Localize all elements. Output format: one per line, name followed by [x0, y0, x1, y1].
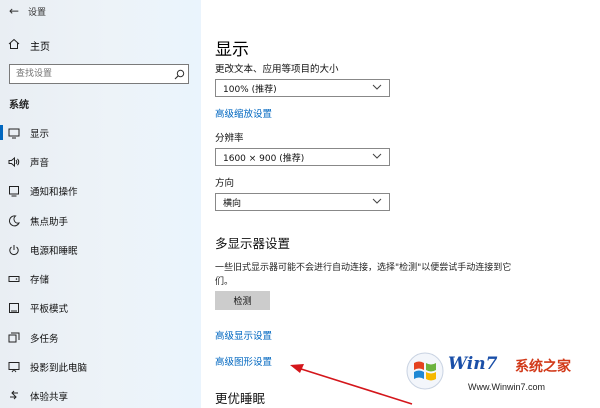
monitor-icon: [8, 127, 24, 139]
search-input[interactable]: [10, 65, 170, 83]
sidebar-nav: 显示 声音 通知和操作 焦点助手 电源和睡眠 存储 平板模式 多任务 投影到此电…: [0, 118, 201, 408]
sidebar-item-label: 电源和睡眠: [30, 245, 78, 257]
home-link[interactable]: 主页: [8, 36, 50, 54]
sidebar-item-notifications[interactable]: 通知和操作: [0, 177, 201, 206]
title-bar: ← 设置: [0, 0, 201, 22]
sidebar-item-label: 存储: [30, 275, 50, 287]
notification-icon: [8, 185, 24, 197]
window-title: 设置: [28, 7, 47, 18]
orientation-label: 方向: [215, 178, 235, 189]
search-box[interactable]: [9, 64, 189, 84]
sidebar-item-label: 多任务: [30, 333, 59, 345]
chevron-down-icon: [372, 197, 382, 207]
sidebar-item-shared-experiences[interactable]: 体验共享: [0, 382, 201, 408]
sidebar-item-display[interactable]: 显示: [0, 118, 201, 147]
storage-icon: [8, 273, 24, 285]
sidebar-item-project-to-pc[interactable]: 投影到此电脑: [0, 352, 201, 381]
page-title: 显示: [215, 40, 249, 60]
moon-icon: [8, 214, 24, 227]
home-label: 主页: [30, 41, 50, 53]
sidebar-item-label: 显示: [30, 128, 50, 140]
sidebar-item-label: 焦点助手: [30, 216, 69, 228]
resolution-dropdown[interactable]: 1600 × 900 (推荐): [215, 148, 390, 166]
multi-display-description: 一些旧式显示器可能不会进行自动连接，选择"检测"以便尝试手动连接到它们。: [215, 263, 512, 287]
project-icon: [8, 361, 24, 373]
chevron-down-icon: [372, 83, 382, 93]
sidebar-item-power-sleep[interactable]: 电源和睡眠: [0, 235, 201, 264]
chevron-down-icon: [372, 152, 382, 162]
sidebar-item-label: 平板模式: [30, 304, 69, 316]
search-icon[interactable]: [170, 69, 188, 80]
sidebar-item-storage[interactable]: 存储: [0, 264, 201, 293]
sidebar-item-label: 通知和操作: [30, 187, 78, 199]
watermark-cn: 系统之家: [515, 359, 571, 375]
multi-display-title: 多显示器设置: [215, 236, 291, 251]
scale-label: 更改文本、应用等项目的大小: [215, 64, 339, 75]
multitask-icon: [8, 332, 24, 344]
watermark: Win7 系统之家 Www.Winwin7.com: [398, 346, 598, 406]
sidebar-item-label: 体验共享: [30, 392, 69, 404]
sidebar-item-label: 投影到此电脑: [30, 363, 88, 375]
share-icon: [8, 390, 24, 402]
sidebar-item-multitasking[interactable]: 多任务: [0, 323, 201, 352]
sidebar-item-focus-assist[interactable]: 焦点助手: [0, 206, 201, 235]
back-arrow-icon: ←: [8, 4, 20, 18]
orientation-value: 横向: [223, 198, 242, 209]
advanced-graphics-link[interactable]: 高级图形设置: [215, 354, 272, 368]
sidebar-item-label: 声音: [30, 157, 50, 169]
scale-dropdown[interactable]: 100% (推荐): [215, 79, 390, 97]
tablet-icon: [8, 302, 24, 314]
advanced-display-link[interactable]: 高级显示设置: [215, 328, 272, 342]
sidebar: ← 设置 主页 系统 显示 声音: [0, 0, 201, 408]
power-icon: [8, 244, 24, 256]
section-title-system: 系统: [9, 100, 29, 111]
sleep-section-title: 更优睡眠: [215, 391, 266, 406]
detect-button[interactable]: 检测: [215, 291, 270, 310]
watermark-brand: Win7: [448, 354, 498, 374]
resolution-value: 1600 × 900 (推荐): [223, 153, 305, 164]
windows-logo-icon: [406, 352, 444, 390]
advanced-scaling-link[interactable]: 高级缩放设置: [215, 106, 272, 120]
home-icon: [8, 38, 22, 53]
watermark-url: Www.Winwin7.com: [468, 382, 546, 392]
scale-value: 100% (推荐): [223, 84, 277, 95]
back-button[interactable]: ←: [0, 0, 28, 22]
orientation-dropdown[interactable]: 横向: [215, 193, 390, 211]
resolution-label: 分辨率: [215, 133, 244, 144]
sidebar-item-tablet-mode[interactable]: 平板模式: [0, 294, 201, 323]
sidebar-item-sound[interactable]: 声音: [0, 147, 201, 176]
speaker-icon: [8, 156, 24, 168]
